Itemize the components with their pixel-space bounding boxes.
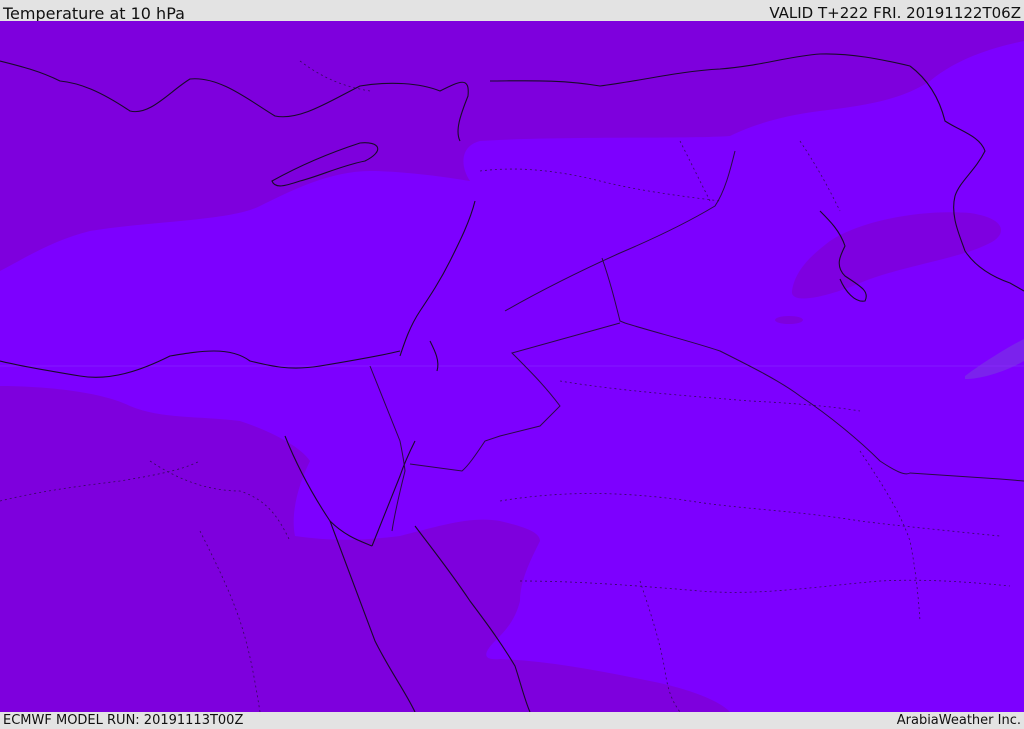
model-run-label: ECMWF MODEL RUN: 20191113T00Z	[3, 713, 244, 728]
credit-label: ArabiaWeather Inc.	[896, 713, 1021, 728]
temperature-map	[0, 21, 1024, 712]
header-bar: Temperature at 10 hPa VALID T+222 FRI. 2…	[0, 0, 1024, 23]
map-canvas[interactable]	[0, 21, 1024, 712]
footer-bar: ECMWF MODEL RUN: 20191113T00Z ArabiaWeat…	[0, 712, 1024, 729]
anomaly-small	[775, 316, 803, 324]
map-frame: Temperature at 10 hPa VALID T+222 FRI. 2…	[0, 0, 1024, 729]
